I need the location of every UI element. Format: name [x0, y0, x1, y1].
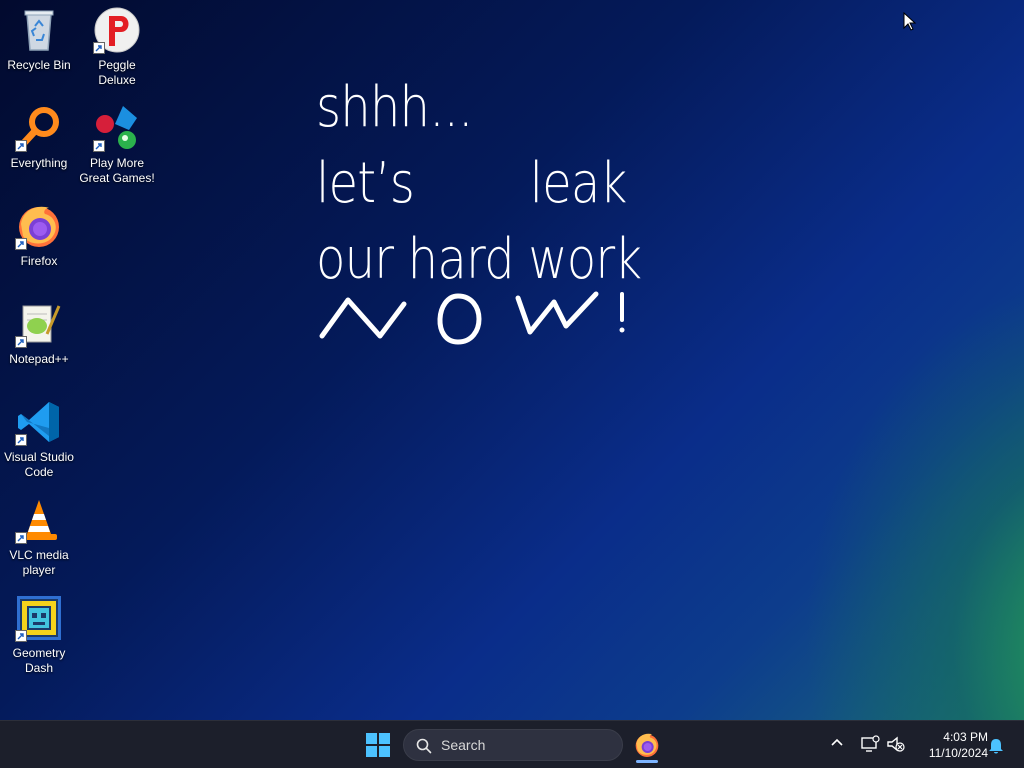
windows-logo-icon [366, 733, 390, 757]
shortcut-arrow-icon [15, 434, 27, 446]
shortcut-arrow-icon [15, 140, 27, 152]
mouse-cursor-icon [903, 12, 917, 31]
network-icon[interactable] [860, 735, 880, 753]
shortcut-arrow-icon [15, 630, 27, 642]
clock-time: 4:03 PM [943, 730, 988, 744]
clock-date: 11/10/2024 [928, 746, 988, 760]
desktop[interactable]: shhh... let’s leak our hard work Recycle… [0, 0, 1024, 720]
wallpaper-line-2: let’s leak [316, 151, 627, 216]
everything-search-icon [15, 104, 63, 152]
recycle-bin-icon [15, 6, 63, 54]
desktop-icon-label: Notepad++ [9, 352, 69, 366]
notepadpp-icon [15, 300, 63, 348]
firefox-icon [635, 733, 659, 757]
desktop-icon-vlc[interactable]: VLC media player [0, 496, 78, 578]
show-hidden-icons-chevron-icon[interactable] [830, 737, 844, 747]
desktop-icon-label: Visual Studio Code [4, 450, 74, 479]
desktop-icon-label: Play More Great Games! [79, 156, 155, 185]
desktop-icon-vscode[interactable]: Visual Studio Code [0, 398, 78, 480]
taskbar-search-box[interactable]: Search [403, 729, 623, 761]
wallpaper-line-1: shhh... [316, 75, 473, 140]
search-label: Search [441, 737, 486, 753]
wallpaper-text: shhh... let’s leak our hard work [316, 70, 694, 298]
notifications-bell-icon[interactable] [988, 737, 1004, 755]
desktop-icon-label: Firefox [20, 254, 58, 268]
desktop-icon-label: Everything [10, 156, 68, 170]
peggle-icon [93, 6, 141, 54]
shortcut-arrow-icon [15, 532, 27, 544]
geometry-dash-icon [15, 594, 63, 642]
taskbar: Search 4:03 PM 11/10/2024 [0, 720, 1024, 768]
desktop-icon-label: VLC media player [9, 548, 69, 577]
desktop-icon-peggle[interactable]: Peggle Deluxe [78, 6, 156, 88]
shortcut-arrow-icon [93, 42, 105, 54]
shortcut-arrow-icon [93, 140, 105, 152]
taskbar-app-firefox[interactable] [631, 727, 663, 763]
wallpaper-handwritten-now [319, 291, 625, 345]
vscode-icon [15, 398, 63, 446]
shortcut-arrow-icon [15, 336, 27, 348]
games-icon [93, 104, 141, 152]
firefox-icon [15, 202, 63, 250]
search-icon [416, 738, 432, 754]
desktop-icon-label: Peggle Deluxe [98, 58, 136, 87]
vlc-icon [15, 496, 63, 544]
desktop-icon-geometry-dash[interactable]: Geometry Dash [0, 594, 78, 676]
shortcut-arrow-icon [15, 238, 27, 250]
desktop-icon-everything[interactable]: Everything [0, 104, 78, 171]
desktop-icon-recycle-bin[interactable]: Recycle Bin [0, 6, 78, 73]
start-button[interactable] [364, 731, 392, 759]
active-app-indicator [636, 760, 658, 763]
desktop-icon-firefox[interactable]: Firefox [0, 202, 78, 269]
desktop-icon-label: Recycle Bin [7, 58, 71, 72]
desktop-icon-notepadpp[interactable]: Notepad++ [0, 300, 78, 367]
desktop-icon-label: Geometry Dash [12, 646, 66, 675]
desktop-icon-play-more-games[interactable]: Play More Great Games! [78, 104, 156, 186]
volume-muted-icon[interactable] [886, 735, 906, 753]
taskbar-clock[interactable]: 4:03 PM 11/10/2024 [912, 729, 988, 761]
